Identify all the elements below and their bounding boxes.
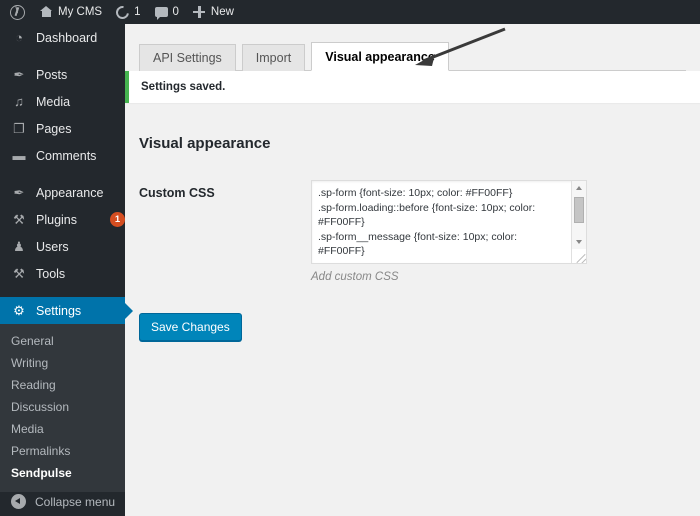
media-icon: ♫ xyxy=(14,94,24,109)
admin-sidebar: ◔ Dashboard ✒ Posts ♫ Media ❐ Pages ▬ Comments ✒ Ap… xyxy=(0,24,133,516)
settings-tabs: API Settings Import Visual appearance xyxy=(139,38,686,71)
sidebar-item-label: Appearance xyxy=(36,185,104,200)
sidebar-item-label: Posts xyxy=(36,67,68,82)
sidebar-item-pages[interactable]: ❐ Pages xyxy=(0,115,125,142)
updates-count: 1 xyxy=(134,6,141,18)
sidebar-item-users[interactable]: ♟ Users xyxy=(0,233,125,260)
content-area: API Settings Import Visual appearance Sett… xyxy=(125,24,700,516)
user-icon: ♟ xyxy=(13,239,25,254)
wrench-icon: ⚒ xyxy=(13,266,25,281)
sidebar-item-label: Dashboard xyxy=(36,30,98,45)
submenu-item-sendpulse[interactable]: Sendpulse xyxy=(0,462,125,484)
plug-icon: ⚒ xyxy=(13,212,25,227)
submenu-item-writing[interactable]: Writing xyxy=(0,352,125,374)
settings-icon: ⚙ xyxy=(13,303,25,318)
submenu-item-general[interactable]: General xyxy=(0,330,125,352)
page-icon: ❐ xyxy=(13,121,25,136)
tab-visual-appearance[interactable]: Visual appearance xyxy=(311,42,449,71)
comments-button[interactable]: 0 xyxy=(148,0,186,24)
settings-submenu: General Writing Reading Discussion Media Perm… xyxy=(0,324,125,492)
custom-css-textarea[interactable]: .sp-form {font-size: 10px; color: #FF00F… xyxy=(311,180,587,264)
sidebar-item-label: Settings xyxy=(36,303,82,318)
submenu-item-media[interactable]: Media xyxy=(0,418,125,440)
sidebar-item-comments[interactable]: ▬ Comments xyxy=(0,142,125,169)
site-name-label: My CMS xyxy=(58,6,103,18)
wordpress-admin-screen: My CMS 1 0 New ◔ Dashboard ✒ Posts ♫ Media ❐ Pa… xyxy=(0,0,700,516)
scroll-up-icon[interactable] xyxy=(572,181,586,195)
submenu-item-reading[interactable]: Reading xyxy=(0,374,125,396)
sidebar-menu: ◔ Dashboard ✒ Posts ♫ Media ❐ Pages ▬ Comments ✒ Ap… xyxy=(0,24,133,324)
new-content-button[interactable]: New xyxy=(186,0,241,24)
sidebar-item-label: Comments xyxy=(36,148,97,163)
sidebar-item-dashboard[interactable]: ◔ Dashboard xyxy=(0,24,125,51)
updates-button[interactable]: 1 xyxy=(109,0,147,24)
site-name-button[interactable]: My CMS xyxy=(33,0,109,24)
sidebar-item-label: Plugins xyxy=(36,212,77,227)
custom-css-help-text: Add custom CSS xyxy=(311,271,399,283)
resize-grip-icon[interactable] xyxy=(572,249,586,263)
settings-saved-notice: Settings saved. xyxy=(125,71,700,103)
refresh-icon xyxy=(113,2,132,22)
comments-count: 0 xyxy=(172,6,179,18)
custom-css-field: .sp-form {font-size: 10px; color: #FF00F… xyxy=(311,180,686,283)
comment-icon xyxy=(154,7,168,20)
wordpress-logo-button[interactable] xyxy=(0,0,33,24)
brush-icon: ✒ xyxy=(13,185,25,200)
page-title: Visual appearance xyxy=(139,135,271,152)
sidebar-item-tools[interactable]: ⚒ Tools xyxy=(0,260,125,287)
sidebar-item-appearance[interactable]: ✒ Appearance xyxy=(0,179,125,206)
tab-import[interactable]: Import xyxy=(241,44,306,71)
notice-text: Settings saved. xyxy=(141,81,226,93)
new-label: New xyxy=(210,6,234,18)
home-icon xyxy=(40,6,53,18)
sidebar-item-posts[interactable]: ✒ Posts xyxy=(0,61,125,88)
pin-icon: ✒ xyxy=(13,67,25,82)
submenu-item-permalinks[interactable]: Permalinks xyxy=(0,440,125,462)
admin-bar: My CMS 1 0 New xyxy=(0,0,700,24)
wordpress-logo-icon xyxy=(10,4,25,20)
custom-css-label: Custom CSS xyxy=(139,186,215,200)
collapse-menu-label: Collapse menu xyxy=(35,494,116,509)
submenu-item-discussion[interactable]: Discussion xyxy=(0,396,125,418)
custom-css-row: Custom CSS .sp-form {font-size: 10px; co… xyxy=(139,180,686,283)
sidebar-item-settings[interactable]: ⚙ Settings xyxy=(0,297,133,324)
chevron-left-circle-icon xyxy=(11,494,26,509)
dashboard-icon: ◔ xyxy=(15,30,23,45)
sidebar-item-label: Pages xyxy=(36,121,72,136)
sidebar-item-plugins[interactable]: ⚒ Plugins 1 xyxy=(0,206,125,233)
sidebar-item-media[interactable]: ♫ Media xyxy=(0,88,125,115)
plus-icon xyxy=(193,6,206,19)
sidebar-item-label: Media xyxy=(36,94,71,109)
save-changes-button[interactable]: Save Changes xyxy=(139,313,242,341)
collapse-menu-button[interactable]: Collapse menu xyxy=(0,486,125,516)
scrollbar-thumb[interactable] xyxy=(574,197,584,223)
tab-api-settings[interactable]: API Settings xyxy=(139,44,236,71)
comment-icon: ▬ xyxy=(12,148,26,163)
sidebar-item-label: Users xyxy=(36,239,69,254)
custom-css-value: .sp-form {font-size: 10px; color: #FF00F… xyxy=(318,187,536,257)
update-count-badge: 1 xyxy=(110,212,125,227)
sidebar-item-label: Tools xyxy=(36,266,66,281)
scroll-down-icon[interactable] xyxy=(572,235,586,249)
